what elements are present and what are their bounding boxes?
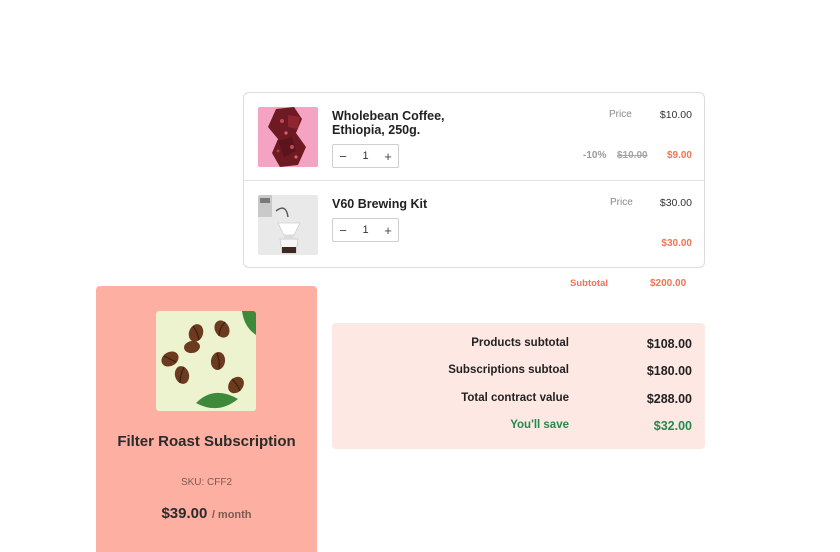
increase-button[interactable]: + (378, 219, 398, 241)
quantity-value[interactable]: 1 (353, 224, 378, 236)
coffee-beans-pink-image (258, 107, 318, 167)
subscription-title: Filter Roast Subscription (117, 433, 296, 450)
summary-row: Total contract value $288.00 (332, 392, 705, 408)
unit-price: $10.00 (659, 109, 692, 121)
final-price: $9.00 (666, 150, 692, 161)
summary-row: Subscriptions subtoal $180.00 (332, 364, 705, 380)
quantity-value[interactable]: 1 (353, 150, 378, 162)
summary-label: Subscriptions subtoal (448, 364, 569, 376)
original-price: $10.00 (617, 150, 648, 161)
savings-row: You'll save $32.00 (332, 419, 705, 435)
quantity-stepper: − 1 + (332, 218, 399, 242)
subscription-sku: SKU: CFF2 (180, 477, 233, 488)
subscription-price: $39.00 / month (96, 505, 317, 523)
product-name: Wholebean Coffee, Ethiopia, 250g. (332, 109, 445, 137)
summary-value: $108.00 (646, 337, 692, 351)
summary-value: $288.00 (646, 392, 692, 406)
subscription-card[interactable]: Filter Roast Subscription SKU: CFF2 $39.… (96, 286, 317, 552)
price-label: Price (609, 109, 632, 120)
unit-price: $30.00 (659, 197, 692, 209)
price-period: / month (211, 509, 252, 521)
brewing-kit-image (258, 195, 318, 255)
cart-item: Wholebean Coffee, Ethiopia, 250g. − 1 + … (244, 93, 704, 181)
increase-button[interactable]: + (378, 145, 398, 167)
cart-list: Wholebean Coffee, Ethiopia, 250g. − 1 + … (243, 92, 705, 268)
coffee-beans-image (156, 311, 256, 411)
decrease-button[interactable]: − (333, 219, 353, 241)
price-amount: $39.00 (161, 505, 208, 522)
order-summary: Products subtotal $108.00 Subscriptions … (332, 323, 705, 449)
subtotal-value: $200.00 (650, 278, 687, 289)
quantity-stepper: − 1 + (332, 144, 399, 168)
final-price: $30.00 (661, 238, 692, 249)
decrease-button[interactable]: − (333, 145, 353, 167)
summary-row: Products subtotal $108.00 (332, 337, 705, 353)
savings-label: You'll save (510, 419, 569, 431)
price-label: Price (610, 197, 633, 208)
summary-label: Total contract value (461, 392, 569, 404)
discount-percent: -10% (583, 150, 607, 161)
product-name: V60 Brewing Kit (332, 197, 428, 211)
subtotal-label: Subtotal (570, 278, 608, 289)
summary-value: $180.00 (646, 364, 692, 378)
savings-value: $32.00 (653, 419, 692, 433)
summary-label: Products subtotal (471, 337, 569, 349)
cart-item: V60 Brewing Kit − 1 + Price $30.00 $30.0… (244, 181, 704, 269)
